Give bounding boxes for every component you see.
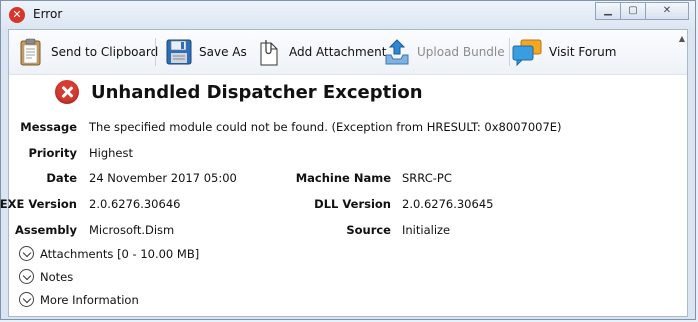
exe-version-value: 2.0.6276.30646 (89, 197, 181, 211)
message-value: The specified module could not be found.… (89, 120, 562, 134)
priority-label: Priority (28, 146, 77, 160)
send-to-clipboard-label: Send to Clipboard (51, 45, 159, 59)
error-icon (55, 80, 79, 104)
more-information-expander[interactable]: More Information (19, 292, 139, 307)
floppy-disk-icon (165, 37, 193, 67)
chevron-down-icon (19, 292, 34, 307)
source-label: Source (346, 223, 391, 237)
message-label: Message (20, 120, 77, 134)
forum-chat-icon (511, 37, 543, 67)
add-attachment-label: Add Attachment (289, 45, 387, 59)
toolbar-scrollbar[interactable]: ▲ (677, 30, 687, 74)
priority-value: Highest (89, 146, 134, 160)
minimize-button[interactable]: ▁ (595, 2, 621, 20)
error-details-panel: Send to Clipboard Save As Add Attachment… (0, 29, 688, 317)
caption-buttons: ▁ ▢ ✕ (595, 2, 689, 20)
upload-bundle-label: Upload Bundle (417, 45, 505, 59)
date-value: 24 November 2017 05:00 (89, 171, 237, 185)
assembly-value: Microsoft.Dism (89, 223, 175, 237)
dll-version-label: DLL Version (314, 197, 391, 211)
machine-name-value: SRRC-PC (402, 171, 452, 185)
visit-forum-button[interactable]: Visit Forum (511, 35, 616, 69)
chevron-down-icon (19, 269, 34, 284)
error-heading: Unhandled Dispatcher Exception (55, 80, 423, 104)
attachments-label: Attachments [0 - 10.00 MB] (40, 246, 200, 261)
scroll-up-arrow-icon[interactable]: ▲ (679, 34, 685, 43)
clipboard-icon (17, 37, 45, 67)
exe-version-label: EXE Version (0, 197, 77, 211)
toolbar-separator (155, 38, 156, 66)
notes-expander[interactable]: Notes (19, 269, 73, 284)
error-title-icon: ✕ (9, 7, 25, 23)
source-value: Initialize (402, 223, 451, 237)
maximize-icon: ▢ (628, 5, 638, 16)
maximize-button[interactable]: ▢ (620, 2, 646, 20)
toolbar-separator (509, 38, 510, 66)
exception-title: Unhandled Dispatcher Exception (91, 81, 423, 103)
dll-version-value: 2.0.6276.30645 (402, 197, 494, 211)
add-attachment-button[interactable]: Add Attachment (255, 35, 386, 69)
assembly-label: Assembly (14, 223, 77, 237)
upload-bundle-button[interactable]: Upload Bundle (383, 35, 505, 69)
date-label: Date (46, 171, 77, 185)
visit-forum-label: Visit Forum (549, 45, 617, 59)
machine-name-label: Machine Name (295, 171, 391, 185)
attachments-expander[interactable]: Attachments [0 - 10.00 MB] (19, 246, 199, 261)
save-as-label: Save As (199, 45, 247, 59)
chevron-down-icon (19, 246, 34, 261)
toolbar: Send to Clipboard Save As Add Attachment… (9, 30, 687, 75)
window-title: Error (33, 7, 63, 21)
title-bar[interactable]: ✕ Error ▁ ▢ ✕ (1, 1, 695, 29)
send-to-clipboard-button[interactable]: Send to Clipboard (17, 35, 158, 69)
minimize-icon: ▁ (604, 5, 612, 16)
attachment-icon (255, 37, 283, 67)
upload-icon (383, 37, 411, 67)
close-icon: ✕ (662, 5, 672, 16)
more-information-label: More Information (40, 292, 139, 307)
error-window: ✕ Error ▁ ▢ ✕ Send to Clipboard Save As … (0, 0, 696, 320)
save-as-button[interactable]: Save As (165, 35, 247, 69)
close-button[interactable]: ✕ (645, 2, 689, 20)
notes-label: Notes (40, 269, 74, 284)
